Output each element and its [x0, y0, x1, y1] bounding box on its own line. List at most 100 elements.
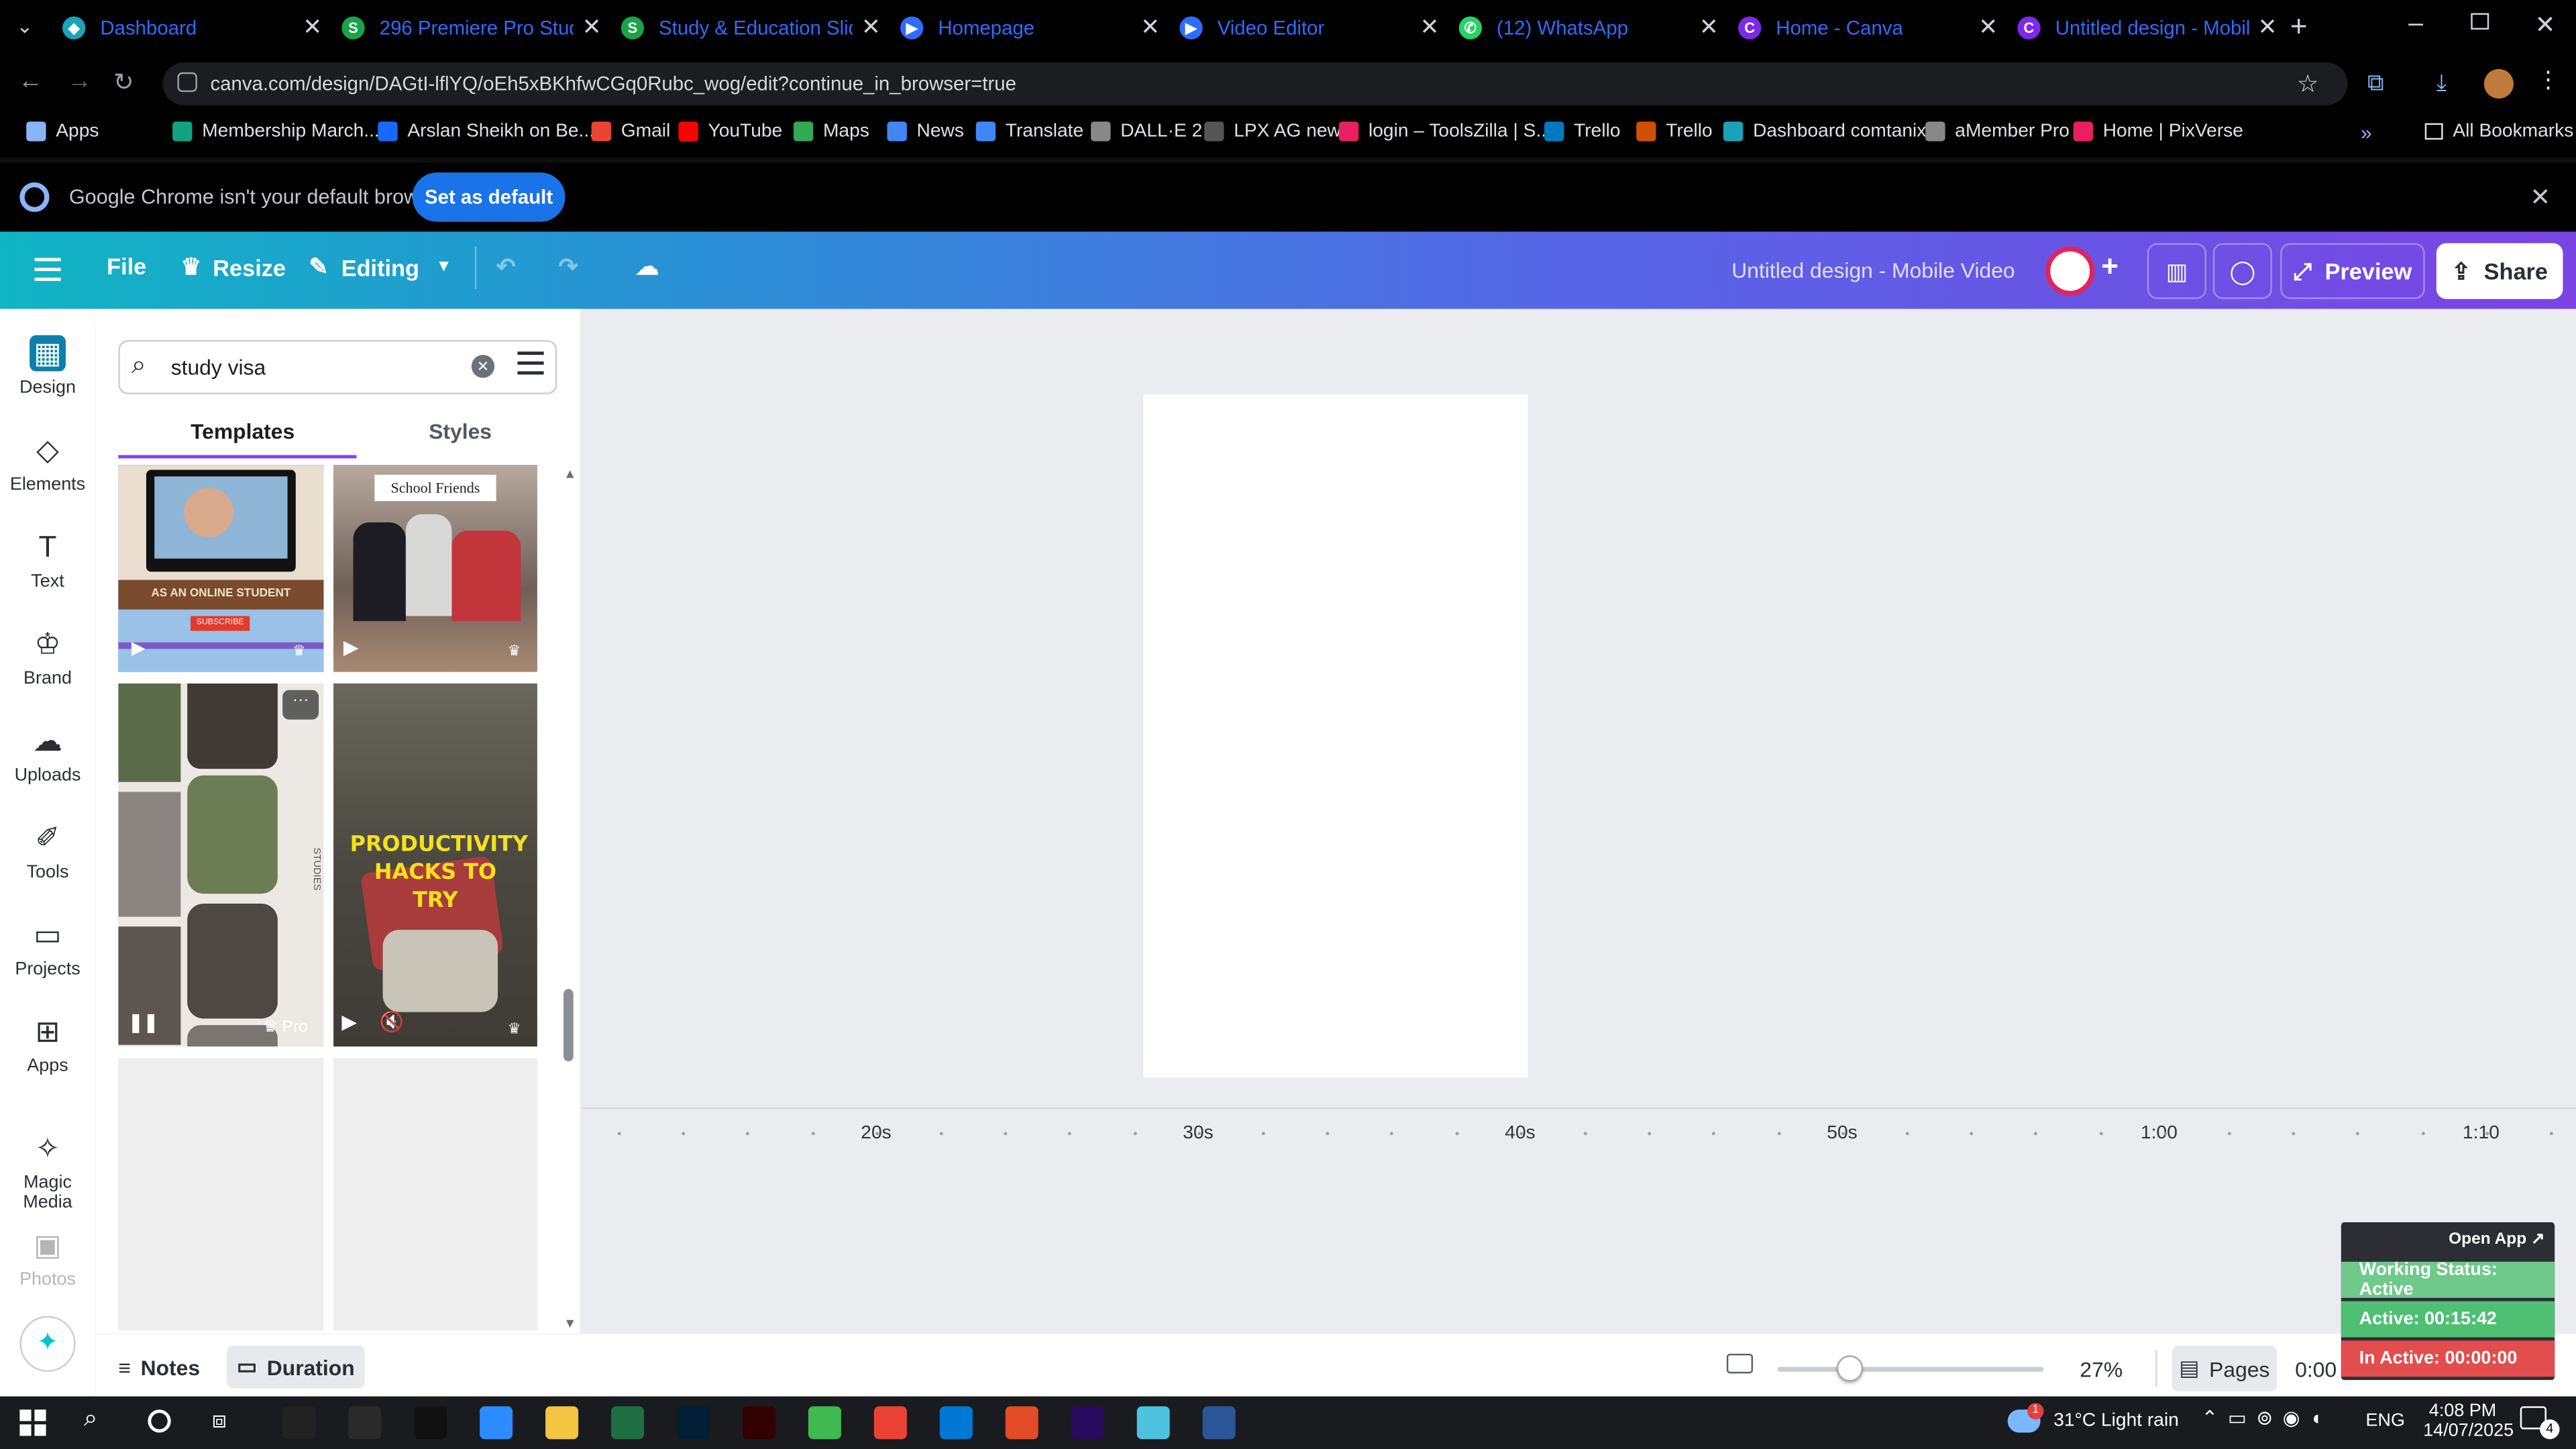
cortana-icon[interactable] [148, 1409, 171, 1433]
scroll-down-icon[interactable]: ▼ [564, 1316, 576, 1331]
rail-item-magic-media[interactable]: ✧ Magic Media [0, 1130, 95, 1212]
back-icon[interactable]: ← [18, 67, 43, 95]
bookmark-item[interactable]: LPX AG new [1204, 121, 1341, 142]
bookmark-item[interactable]: Trello [1636, 121, 1713, 142]
filter-icon[interactable] [517, 352, 544, 355]
editing-mode-button[interactable]: ✎ Editing ▼ [309, 253, 451, 281]
excel-icon[interactable] [611, 1406, 645, 1440]
browser-tab[interactable]: ▶ Homepage ✕ [900, 7, 1163, 50]
play-icon[interactable]: ▶ [341, 1010, 357, 1033]
task-view-icon[interactable]: ⧈ [212, 1406, 227, 1434]
search-value[interactable]: study visa [171, 355, 266, 380]
rail-item-apps[interactable]: ⊞ Apps [0, 1014, 95, 1076]
menu-icon[interactable]: ⋮ [2536, 66, 2559, 94]
close-tab-icon[interactable]: ✕ [582, 13, 602, 42]
cloud-sync-icon[interactable]: ☁ [636, 253, 659, 281]
photoshop-icon[interactable] [676, 1406, 710, 1440]
site-info-icon[interactable] [177, 72, 197, 93]
design-title[interactable]: Untitled design - Mobile Video [1731, 258, 2015, 282]
app-icon[interactable] [1136, 1406, 1170, 1440]
rail-item-photos[interactable]: ▣ Photos [0, 1227, 95, 1290]
bookmark-item[interactable]: Membership March... [172, 121, 380, 142]
close-tab-icon[interactable]: ✕ [1420, 13, 1440, 42]
bookmark-item[interactable]: Maps [793, 121, 869, 142]
template-card[interactable]: School Friends ▶ ♛ [333, 465, 537, 672]
word-icon[interactable] [1202, 1406, 1236, 1440]
browser-tab[interactable]: ✆ (12) WhatsApp ✕ [1458, 7, 1722, 50]
bookmark-item[interactable]: aMember Pro [1925, 121, 2070, 142]
vscode-icon[interactable] [939, 1406, 973, 1440]
restore-icon[interactable] [2471, 13, 2489, 30]
browser-tab[interactable]: ◆ Dashboard ✕ [62, 7, 325, 50]
terminal-icon[interactable] [414, 1406, 447, 1440]
hide-pages-icon[interactable] [1726, 1353, 1754, 1374]
bookmark-item[interactable]: Dashboard comtanix [1723, 121, 1926, 142]
insights-icon[interactable]: ▥ [2147, 243, 2207, 299]
share-button[interactable]: ⇪ Share [2436, 243, 2563, 299]
template-card[interactable]: AS AN ONLINE STUDENT SUBSCRIBE ▶ ♛ [118, 465, 324, 672]
zoom-slider[interactable] [1777, 1366, 2044, 1372]
close-infobar-icon[interactable]: ✕ [2530, 182, 2551, 212]
rail-item-design[interactable]: ▦ Design [0, 335, 95, 398]
bookmark-item[interactable]: DALL·E 2 [1091, 121, 1202, 142]
reload-icon[interactable]: ↻ [113, 67, 134, 97]
notes-button[interactable]: ≡ Notes [118, 1355, 200, 1380]
browser-tab[interactable]: S 296 Premiere Pro Study V ✕ [341, 7, 604, 50]
team-avatar[interactable] [2045, 246, 2095, 296]
browser-tab[interactable]: C Untitled design - Mobile ✕ [2017, 7, 2280, 50]
pause-icon[interactable]: ❚❚ [128, 1012, 158, 1033]
pages-button[interactable]: ▤ Pages [2171, 1345, 2277, 1392]
browser-tab[interactable]: ▶ Video Editor ✕ [1179, 7, 1442, 50]
mute-icon[interactable]: 🔇 [380, 1010, 405, 1033]
close-tab-icon[interactable]: ✕ [861, 13, 881, 42]
download-icon[interactable]: ⤓ [2436, 69, 2447, 97]
close-tab-icon[interactable]: ✕ [2258, 13, 2277, 42]
design-page[interactable] [1143, 394, 1528, 1078]
url-text[interactable]: canva.com/design/DAGtI-lflYQ/oEh5xBKhfwC… [210, 72, 1016, 95]
duration-button[interactable]: ▭ Duration [226, 1345, 365, 1389]
close-window-icon[interactable]: ✕ [2535, 10, 2556, 40]
rail-item-elements[interactable]: ◇ Elements [0, 432, 95, 495]
zoom-percent[interactable]: 27% [2080, 1357, 2123, 1382]
add-people-icon[interactable]: + [2101, 250, 2118, 284]
template-card[interactable]: STUDIES ··· ❚❚ ♛ Pro [118, 683, 324, 1047]
obs-icon[interactable] [282, 1406, 316, 1440]
bookmark-item[interactable]: YouTube [678, 121, 782, 142]
premiere-icon[interactable] [1071, 1406, 1104, 1440]
all-bookmarks[interactable]: All Bookmarks [2424, 121, 2573, 142]
play-icon[interactable]: ▶ [131, 637, 146, 659]
tab-templates[interactable]: Templates [191, 419, 294, 443]
windows-start-icon[interactable] [19, 1409, 46, 1436]
open-app-link[interactable]: Open App ↗ [2341, 1226, 2555, 1252]
sticky-icon[interactable] [808, 1406, 841, 1440]
tab-styles[interactable]: Styles [429, 419, 492, 443]
rail-item-tools[interactable]: ✐ Tools [0, 820, 95, 883]
chrome-taskbar-icon[interactable] [873, 1406, 907, 1440]
comment-icon[interactable]: ◯ [2212, 243, 2272, 299]
play-icon[interactable]: ▶ [343, 636, 359, 659]
rail-item-brand[interactable]: ♔ Brand [0, 626, 95, 689]
extensions-icon[interactable]: ⧉ [2367, 69, 2383, 97]
tab-search-chevron-icon[interactable]: ⌄ [16, 15, 33, 38]
set-as-default-button[interactable]: Set as default [412, 172, 566, 222]
close-tab-icon[interactable]: ✕ [1699, 13, 1719, 42]
bookmark-item[interactable]: Gmail [591, 121, 670, 142]
bookmark-item[interactable]: Arslan Sheikh on Be... [378, 121, 594, 142]
more-options-icon[interactable]: ··· [282, 690, 319, 720]
file-menu[interactable]: File [107, 253, 146, 279]
tray-icons[interactable]: ⌃▭⊚◉◖ [2202, 1406, 2332, 1429]
bookmark-item[interactable]: Apps [26, 121, 99, 142]
new-tab-button[interactable]: + [2290, 10, 2308, 44]
bookmark-star-icon[interactable]: ☆ [2297, 69, 2319, 99]
browser-tab[interactable]: S Study & Education Slides ✕ [621, 7, 884, 50]
resize-button[interactable]: ♛ Resize [180, 253, 286, 281]
rail-item-text[interactable]: T Text [0, 529, 95, 592]
bookmark-item[interactable]: News [887, 121, 964, 142]
scrollbar-thumb[interactable] [564, 989, 574, 1062]
redo-icon[interactable]: ↷ [559, 253, 578, 281]
scroll-up-icon[interactable]: ▲ [564, 467, 576, 482]
forward-icon[interactable]: → [67, 67, 92, 95]
chrome-active-icon[interactable] [1005, 1406, 1038, 1440]
browser-tab[interactable]: C Home - Canva ✕ [1738, 7, 2001, 50]
bookmark-item[interactable]: Home | PixVerse [2073, 121, 2243, 142]
